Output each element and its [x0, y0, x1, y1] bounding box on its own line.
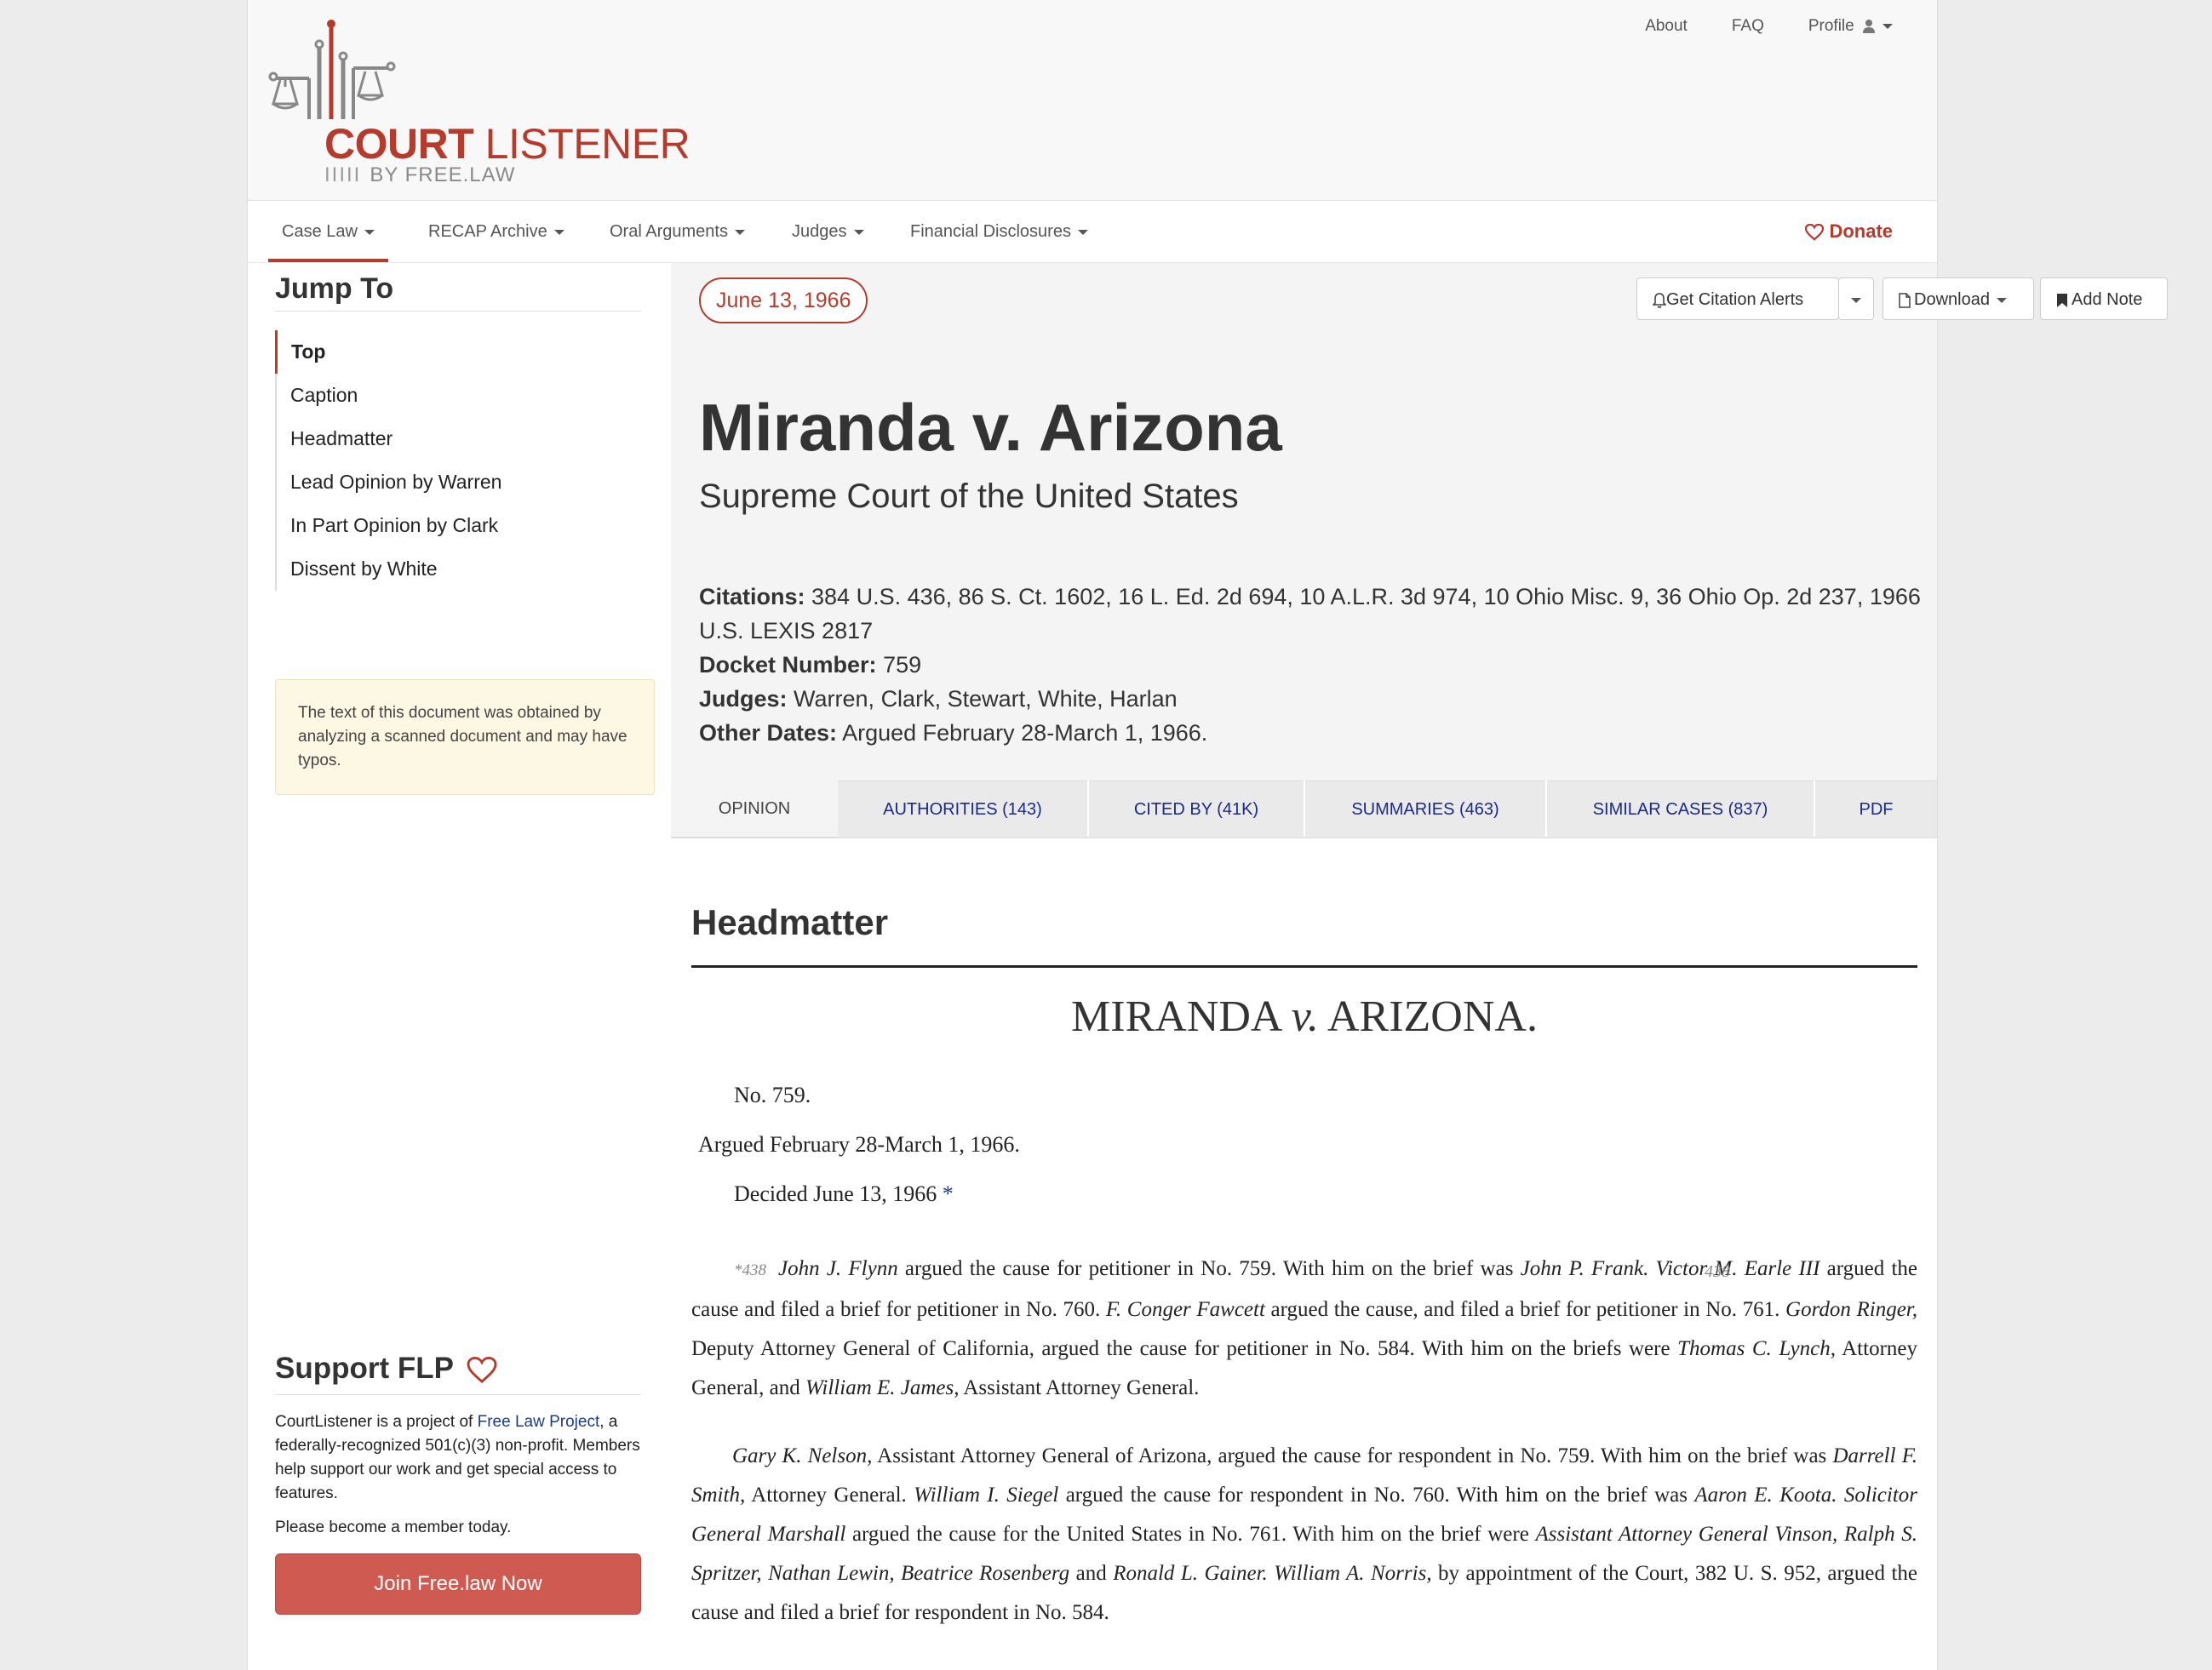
page-marker: *438 — [734, 1261, 766, 1279]
courtlistener-logo[interactable]: COURT LISTENER IIIII BY FREE.LAW — [268, 19, 691, 189]
case-title: Miranda v. Arizona — [699, 390, 1282, 465]
join-button[interactable]: Join Free.law Now — [275, 1553, 641, 1615]
jump-item-dissent[interactable]: Dissent by White — [277, 547, 641, 591]
tab-similar-cases[interactable]: SIMILAR CASES (837) — [1547, 781, 1814, 838]
chevron-down-icon — [853, 229, 864, 235]
chevron-down-icon — [1077, 229, 1088, 235]
chevron-down-icon — [553, 229, 564, 235]
citations-row: Citations: 384 U.S. 436, 86 S. Ct. 1602,… — [699, 584, 1921, 643]
tab-summaries[interactable]: SUMMARIES (463) — [1305, 781, 1545, 838]
opinion-caption: MIRANDA v. ARIZONA. — [1071, 992, 1538, 1041]
support-title: Support FLP — [275, 1352, 641, 1395]
nav-oral-arguments[interactable]: Oral Arguments — [610, 201, 745, 260]
nav-recap-archive[interactable]: RECAP Archive — [428, 201, 564, 260]
heart-icon — [467, 1356, 497, 1383]
jump-to-sidebar: Jump To Top Caption Headmatter Lead Opin… — [275, 272, 641, 591]
support-flp-panel: Support FLP CourtListener is a project o… — [275, 1352, 641, 1615]
free-law-project-link[interactable]: Free Law Project — [478, 1413, 600, 1431]
opinion-body: Headmatter MIRANDA v. ARIZONA. No. 759. … — [691, 902, 1917, 1624]
about-link[interactable]: About — [1645, 17, 1688, 36]
jump-item-headmatter[interactable]: Headmatter — [277, 417, 641, 460]
jump-item-lead-opinion[interactable]: Lead Opinion by Warren — [277, 460, 641, 504]
support-cta-text: Please become a member today. — [275, 1518, 512, 1536]
main-nav: Case Law RECAP Archive Oral Arguments Ju… — [248, 201, 1937, 263]
citation-alerts-button[interactable]: Get Citation Alerts — [1636, 277, 1839, 320]
tab-pdf[interactable]: PDF — [1815, 781, 1937, 838]
chevron-down-icon — [1996, 297, 2007, 303]
tab-opinion[interactable]: OPINION — [671, 781, 838, 837]
chevron-down-icon — [734, 229, 745, 235]
docket-row: Docket Number: 759 — [699, 652, 922, 678]
counsel-paragraph-1: *438 John J. Flynn argued the cause for p… — [691, 1257, 1918, 1399]
jump-item-caption[interactable]: Caption — [277, 374, 641, 417]
site-header: COURT LISTENER IIIII BY FREE.LAW About FA… — [248, 0, 1937, 201]
judges-row: Judges: Warren, Clark, Stewart, White, H… — [699, 686, 1178, 712]
headmatter-heading: Headmatter — [691, 902, 1917, 968]
tab-authorities[interactable]: AUTHORITIES (143) — [838, 781, 1087, 838]
user-icon — [1863, 19, 1875, 33]
case-header: June 13, 1966 Get Citation Alerts Downlo… — [671, 263, 2168, 781]
support-text: CourtListener is a project of Free Law P… — [275, 1413, 640, 1502]
top-links: About FAQ Profile — [1601, 17, 1893, 36]
logo-subtitle: IIIII BY FREE.LAW — [324, 163, 516, 186]
nav-case-law[interactable]: Case Law — [268, 201, 388, 262]
margin-page-number: 438 — [1705, 1262, 1730, 1281]
heart-icon — [1805, 224, 1825, 241]
tab-cited-by[interactable]: CITED BY (41K) — [1089, 781, 1304, 838]
jump-to-list: Top Caption Headmatter Lead Opinion by W… — [275, 330, 641, 591]
docket-line: No. 759. — [734, 1083, 811, 1107]
logo-wordmark: COURT LISTENER — [324, 120, 691, 168]
nav-judges[interactable]: Judges — [792, 201, 864, 260]
jump-to-title: Jump To — [275, 272, 641, 312]
page: COURT LISTENER IIIII BY FREE.LAW About FA… — [247, 0, 2168, 1670]
bookmark-icon — [2057, 293, 2067, 307]
decided-line: Decided June 13, 1966 * — [734, 1181, 954, 1206]
ocr-notice: The text of this document was obtained b… — [275, 679, 655, 795]
counsel-paragraph-2: Gary K. Nelson, Assistant Attorney Gener… — [691, 1444, 1918, 1624]
file-icon — [1899, 292, 1911, 308]
argued-line: Argued February 28-March 1, 1966. — [698, 1132, 1020, 1157]
donate-link[interactable]: Donate — [1805, 201, 1893, 262]
jump-item-in-part-opinion[interactable]: In Part Opinion by Clark — [277, 504, 641, 547]
citation-alerts-dropdown[interactable] — [1838, 277, 1874, 320]
nav-financial-disclosures[interactable]: Financial Disclosures — [910, 201, 1088, 260]
case-metadata: Citations: 384 U.S. 436, 86 S. Ct. 1602,… — [699, 580, 1925, 750]
chevron-down-icon — [1882, 23, 1893, 29]
other-dates-row: Other Dates: Argued February 28-March 1,… — [699, 720, 1208, 746]
case-date-badge: June 13, 1966 — [699, 277, 868, 323]
chevron-down-icon — [364, 229, 375, 235]
court-name: Supreme Court of the United States — [699, 478, 1239, 515]
footnote-star-link[interactable]: * — [943, 1181, 954, 1206]
faq-link[interactable]: FAQ — [1732, 17, 1764, 36]
add-note-button[interactable]: Add Note — [2040, 277, 2168, 320]
case-tabs: OPINION AUTHORITIES (143) CITED BY (41K)… — [671, 781, 1937, 838]
scales-logo-icon — [268, 20, 396, 119]
chevron-down-icon — [1851, 297, 1861, 303]
jump-item-top[interactable]: Top — [275, 330, 641, 374]
download-button[interactable]: Download — [1882, 277, 2034, 320]
bell-icon — [1653, 292, 1666, 308]
profile-menu[interactable]: Profile — [1808, 17, 1893, 36]
